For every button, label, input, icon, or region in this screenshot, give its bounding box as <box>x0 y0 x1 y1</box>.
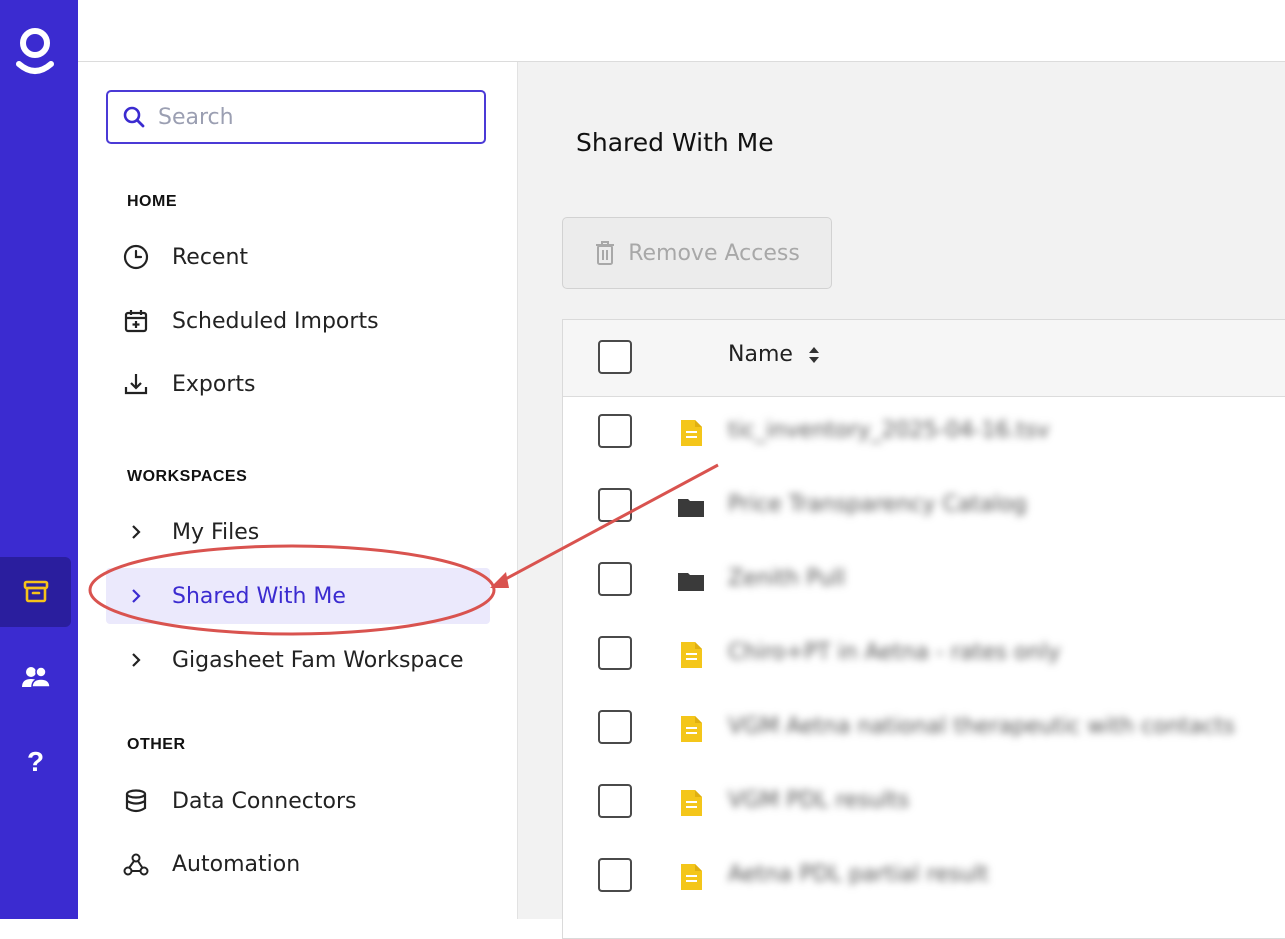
section-label-other: OTHER <box>127 736 186 753</box>
nav-item-data-connectors[interactable]: Data Connectors <box>106 773 490 829</box>
file-name[interactable]: Price Transparency Catalog <box>728 492 1027 517</box>
gigasheet-logo-icon[interactable] <box>14 26 56 80</box>
row-checkbox[interactable] <box>598 562 632 596</box>
nav-item-label: Scheduled Imports <box>172 308 379 334</box>
download-icon <box>122 370 150 398</box>
chevron-right-icon[interactable] <box>122 518 150 546</box>
nav-item-my-files[interactable]: My Files <box>106 504 490 560</box>
nav-item-exports[interactable]: Exports <box>106 356 490 412</box>
trash-icon <box>596 241 615 265</box>
file-icon <box>681 790 702 816</box>
row-checkbox[interactable] <box>598 636 632 670</box>
file-name[interactable]: VGM PDL results <box>728 788 909 813</box>
name-column-header[interactable]: Name <box>728 342 821 367</box>
nav-item-label: My Files <box>172 519 260 545</box>
select-all-checkbox[interactable] <box>598 340 632 374</box>
file-name[interactable]: Aetna PDL partial result <box>728 862 989 887</box>
folder-icon <box>678 499 704 517</box>
nav-item-gigasheet-fam-workspace[interactable]: Gigasheet Fam Workspace <box>106 632 490 688</box>
nav-item-label: Exports <box>172 371 256 397</box>
sidebar: HOME Recent Scheduled Imports <box>78 62 518 919</box>
file-icon <box>681 642 702 668</box>
chevron-right-icon[interactable] <box>122 646 150 674</box>
remove-access-label: Remove Access <box>628 240 800 266</box>
table-row[interactable]: VGM Aetna national therapeutic with cont… <box>563 692 1285 766</box>
file-name[interactable]: tic_inventory_2025-04-16.tsv <box>728 418 1050 443</box>
page-title: Shared With Me <box>576 128 774 157</box>
table-row[interactable]: Zenith Pull <box>563 544 1285 618</box>
row-checkbox[interactable] <box>598 710 632 744</box>
file-name[interactable]: Chiro+PT in Aetna - rates only <box>728 640 1060 665</box>
clock-icon <box>122 243 150 271</box>
row-checkbox[interactable] <box>598 858 632 892</box>
archive-icon <box>23 580 48 603</box>
table-row[interactable]: VGM PDL results <box>563 766 1285 840</box>
rail-people-button[interactable] <box>0 642 71 712</box>
nav-item-label: Data Connectors <box>172 788 357 814</box>
nav-item-label: Automation <box>172 851 301 877</box>
calendar-plus-icon <box>122 307 150 335</box>
folder-icon <box>678 573 704 591</box>
name-header-label: Name <box>728 342 793 367</box>
nav-item-recent[interactable]: Recent <box>106 229 490 285</box>
table-row[interactable]: Price Transparency Catalog <box>563 470 1285 544</box>
section-label-home: HOME <box>127 193 177 210</box>
row-checkbox[interactable] <box>598 488 632 522</box>
file-name[interactable]: Zenith Pull <box>728 566 845 591</box>
nav-item-scheduled-imports[interactable]: Scheduled Imports <box>106 293 490 349</box>
file-icon <box>681 716 702 742</box>
files-table: Name tic_inventory_2025-04-16.tsv Price T… <box>562 319 1285 939</box>
rail-help-button[interactable]: ? <box>0 727 71 797</box>
remove-access-button[interactable]: Remove Access <box>562 217 832 289</box>
chevron-right-icon[interactable] <box>122 582 150 610</box>
webhook-icon <box>122 850 150 878</box>
row-checkbox[interactable] <box>598 784 632 818</box>
table-row[interactable]: Aetna PDL partial result <box>563 840 1285 914</box>
table-row[interactable]: Chiro+PT in Aetna - rates only <box>563 618 1285 692</box>
file-icon <box>681 864 702 890</box>
file-name[interactable]: VGM Aetna national therapeutic with cont… <box>728 714 1235 739</box>
sort-icon[interactable] <box>807 344 821 366</box>
search-box[interactable] <box>106 90 486 144</box>
nav-item-automation[interactable]: Automation <box>106 836 490 892</box>
search-icon <box>123 106 145 128</box>
nav-item-label: Recent <box>172 244 249 270</box>
nav-item-label: Shared With Me <box>172 583 346 609</box>
table-header: Name <box>563 320 1285 397</box>
main-content: Shared With Me Remove Access Name tic_in… <box>518 62 1285 939</box>
table-row[interactable]: tic_inventory_2025-04-16.tsv <box>563 396 1285 470</box>
rail-library-button[interactable] <box>0 557 71 627</box>
help-icon: ? <box>26 746 45 777</box>
people-icon <box>21 666 51 688</box>
database-icon <box>122 787 150 815</box>
row-checkbox[interactable] <box>598 414 632 448</box>
top-bar <box>78 0 1285 62</box>
section-label-workspaces: WORKSPACES <box>127 468 248 485</box>
nav-item-shared-with-me[interactable]: Shared With Me <box>106 568 490 624</box>
nav-item-label: Gigasheet Fam Workspace <box>172 647 464 673</box>
file-icon <box>681 420 702 446</box>
app-rail: ? <box>0 0 78 919</box>
search-input[interactable] <box>156 103 460 131</box>
